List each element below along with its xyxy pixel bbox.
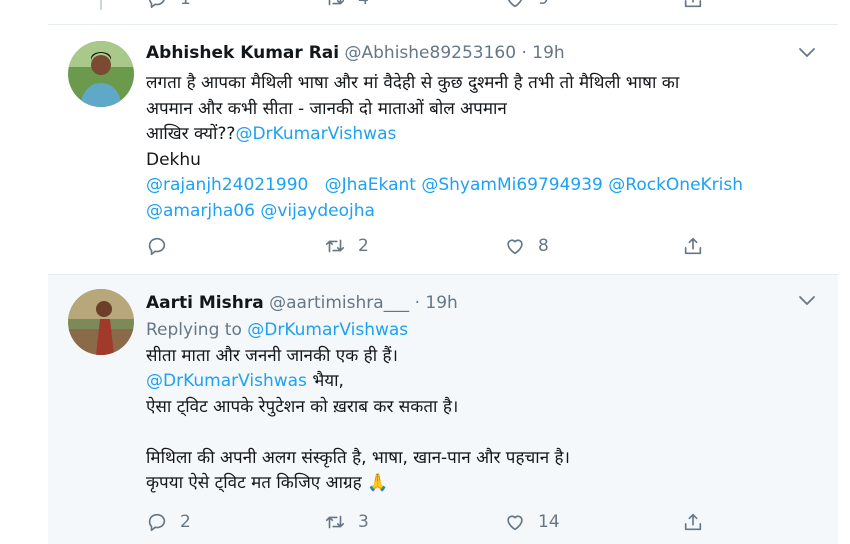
text-line: Dekhu [146,149,201,170]
text-segment: भैया, [306,371,344,391]
retweet-icon [328,0,345,6]
share-button[interactable] [682,511,704,533]
replying-to-label: Replying to [146,320,242,340]
text-line: अपमान और कभी सीता - जानकी दो माताओं बोल … [146,98,507,119]
text-line: लगता है आपका मैथिली भाषा और मां वैदेही स… [146,73,680,93]
reply-icon [148,0,165,9]
text-line: ऐसा ट्विट आपके रेपुटेशन को ख़राब कर सकता… [146,396,459,417]
retweet-button[interactable]: 4 [324,0,369,10]
like-icon [507,0,523,8]
reply-count: 1 [180,0,191,9]
like-button[interactable]: 9 [504,0,549,10]
separator-dot: · [521,43,527,63]
share-button[interactable] [682,235,704,257]
chevron-down-icon[interactable] [798,295,816,307]
tweet-text: Replying to @DrKumarVishwas सीता माता और… [146,318,798,497]
avatar[interactable] [68,289,134,355]
like-count: 9 [538,0,549,9]
display-name[interactable]: Abhishek Kumar Rai [146,43,339,63]
text-line: मिथिला की अपनी अलग संस्कृति है, भाषा, खा… [146,447,571,468]
retweet-count: 4 [358,0,369,9]
text-line: सीता माता और जननी जानकी एक ही हैं। [146,345,398,366]
folded-hands-emoji: 🙏 [367,473,389,493]
mention-link[interactable]: @RockOneKrish [608,175,743,195]
retweet-count: 2 [358,236,369,256]
retweet-count: 3 [358,512,369,532]
text-segment: कृपया ऐसे ट्विट मत किजिए आग्रह [146,473,362,493]
like-count: 14 [538,512,560,532]
text-line: @DrKumarVishwas भैया, [146,369,798,395]
reply-icon [148,237,166,256]
reply-button[interactable]: 1 [146,0,191,10]
like-button[interactable]: 14 [504,511,560,533]
mention-link[interactable]: @DrKumarVishwas [247,320,408,340]
retweet-icon [325,239,345,253]
top-tweet-actions: 1 4 9 [146,0,838,14]
timestamp[interactable]: 19h [532,43,564,63]
mention-link[interactable]: @JhaEkant [325,175,416,195]
share-icon [684,237,702,255]
text-segment: आखिर क्यों?? [146,124,236,144]
share-button[interactable] [682,0,704,10]
mention-link[interactable]: @DrKumarVishwas [235,124,396,144]
reply-button[interactable]: 2 [146,511,191,533]
separator-dot: · [414,293,420,313]
replying-to: Replying to @DrKumarVishwas [146,318,798,344]
timestamp[interactable]: 19h [425,293,457,313]
mention-link[interactable]: @rajanjh24021990 [146,175,308,195]
chevron-down-icon[interactable] [798,47,816,59]
timeline: 1 4 9 Abhishek Kumar Rai @Abhish [48,0,838,544]
like-icon [507,239,523,255]
mention-link[interactable]: @DrKumarVishwas [146,371,307,391]
avatar-photo-icon [68,289,134,355]
tweet-header: Abhishek Kumar Rai @Abhishe89253160 · 19… [146,43,565,63]
mentions-row: @rajanjh24021990 @JhaEkant @ShyamMi69794… [146,173,798,199]
mention-link[interactable]: @vijaydeojha [260,201,375,221]
tweet-aarti[interactable]: Aarti Mishra @aartimishra___ · 19h Reply… [48,275,838,544]
text-line: कृपया ऐसे ट्विट मत किजिए आग्रह 🙏 [146,471,798,497]
reply-count: 2 [180,512,191,532]
user-handle[interactable]: @aartimishra___ [269,293,409,313]
reply-button[interactable] [146,235,180,257]
avatar[interactable] [68,41,134,107]
mentions-row: @amarjha06 @vijaydeojha [146,199,798,225]
mention-link[interactable]: @ShyamMi69794939 [421,175,603,195]
text-line: आखिर क्यों??@DrKumarVishwas [146,122,798,148]
reply-icon [148,513,166,532]
thread-line [100,0,102,10]
user-handle[interactable]: @Abhishe89253160 [345,43,517,63]
like-count: 8 [538,236,549,256]
mention-link[interactable]: @amarjha06 [146,201,255,221]
share-icon [684,0,702,8]
display-name[interactable]: Aarti Mishra [146,293,264,313]
tweet-text: लगता है आपका मैथिली भाषा और मां वैदेही स… [146,71,798,224]
avatar-photo-icon [68,41,134,107]
like-button[interactable]: 8 [504,235,549,257]
retweet-button[interactable]: 2 [324,235,369,257]
tweet-header: Aarti Mishra @aartimishra___ · 19h [146,293,458,313]
share-icon [684,513,702,531]
tweet-actions: 2 8 [146,235,838,261]
retweet-icon [325,515,345,529]
tweet-actions: 2 3 14 [146,511,838,537]
like-icon [507,515,523,531]
retweet-button[interactable]: 3 [324,511,369,533]
tweet-abhishek[interactable]: Abhishek Kumar Rai @Abhishe89253160 · 19… [48,25,838,275]
